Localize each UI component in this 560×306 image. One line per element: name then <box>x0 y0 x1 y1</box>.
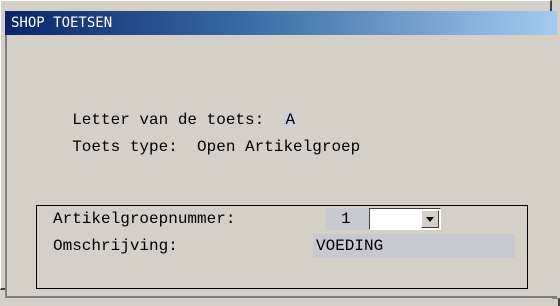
nummer-dropdown[interactable] <box>369 208 441 230</box>
omschrijving-label: Omschrijving: <box>53 237 178 255</box>
dropdown-button[interactable] <box>421 210 439 228</box>
type-label: Toets type: <box>72 138 178 156</box>
nummer-label: Artikelgroepnummer: <box>53 210 236 228</box>
type-value: Open Artikelgroep <box>197 138 361 156</box>
title-bar[interactable]: SHOP TOETSEN <box>5 11 557 35</box>
window-title: SHOP TOETSEN <box>11 15 113 31</box>
resize-grip[interactable] <box>552 298 560 306</box>
omschrijving-value: VOEDING <box>316 237 384 255</box>
nummer-value: 1 <box>341 210 351 228</box>
type-row: Toets type: Open Artikelgroep <box>53 117 360 157</box>
chevron-down-icon <box>426 217 434 222</box>
